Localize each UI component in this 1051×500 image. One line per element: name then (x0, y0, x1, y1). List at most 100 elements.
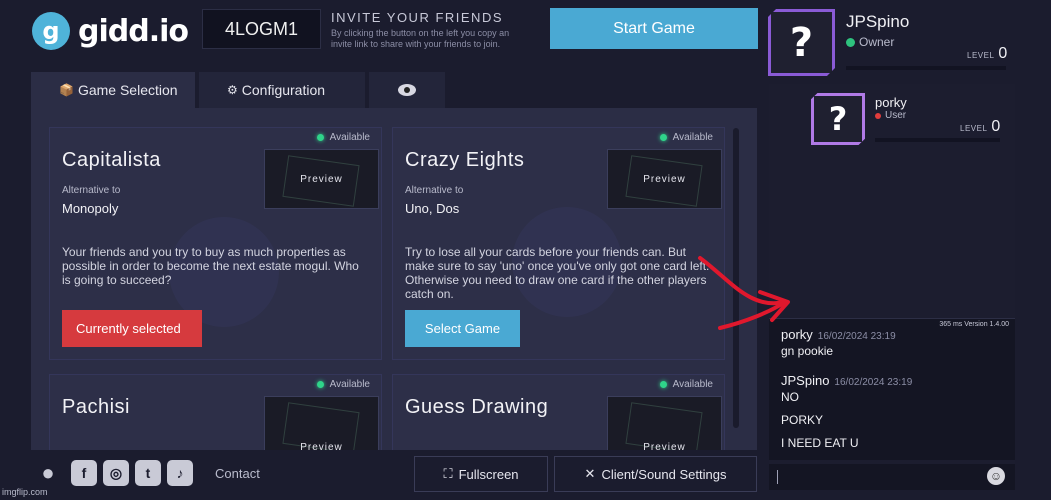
avatar-placeholder-icon: ? (768, 9, 835, 76)
tab-label: Game Selection (77, 82, 178, 98)
imgflip-watermark: imgflip.com (2, 487, 48, 497)
alternative-value: Uno, Dos (405, 201, 460, 216)
tiktok-icon[interactable]: ♪ (167, 460, 193, 486)
message-text: gn pookie (781, 344, 834, 358)
status-badge: Available (659, 132, 713, 143)
game-description: Your friends and you try to buy as much … (62, 245, 359, 287)
game-selection-panel: Available Capitalista Alternative to Mon… (31, 108, 757, 450)
level-value: 0 (991, 118, 1001, 135)
currently-selected-button[interactable]: Currently selected (62, 310, 202, 347)
select-game-button[interactable]: Select Game (405, 310, 520, 347)
red-annotation-arrow-icon (698, 256, 790, 330)
text-caret (777, 470, 778, 484)
tab-label: Configuration (241, 82, 326, 98)
message-author: JPSpino (781, 373, 830, 388)
message-text: I NEED EAT U (781, 436, 859, 450)
status-text: Available (672, 379, 713, 390)
client-sound-settings-button[interactable]: ✕ Client/Sound Settings (554, 456, 757, 492)
level-label: LEVEL (967, 51, 995, 60)
xp-bar (875, 138, 1000, 142)
message-time: 16/02/2024 23:19 (834, 377, 913, 388)
chat-message: JPSpino 16/02/2024 23:19 NO PORKY I NEED … (781, 373, 912, 450)
settings-label: Client/Sound Settings (601, 466, 727, 482)
alternative-label: Alternative to (62, 185, 121, 196)
game-card-pachisi[interactable]: Available Pachisi Preview (49, 374, 382, 450)
invite-title: INVITE YOUR FRIENDS (331, 10, 504, 25)
footer-social: ● f ◎ t ♪ Contact (31, 455, 260, 491)
gear-icon: ⚙ (227, 83, 238, 97)
player-role-text: User (885, 110, 907, 121)
latency-version: 365 ms Version 1.4.00 (939, 321, 1009, 328)
tab-game-selection[interactable]: 📦 Game Selection (31, 72, 195, 108)
message-text: PORKY (781, 413, 824, 427)
invite-subtitle: By clicking the button on the left you c… (331, 28, 510, 49)
status-text: Available (672, 132, 713, 143)
status-text: Available (329, 379, 370, 390)
fullscreen-label: Fullscreen (458, 466, 519, 482)
preview-label: Preview (643, 442, 686, 450)
preview-thumbnail[interactable]: Preview (264, 396, 379, 450)
facebook-icon[interactable]: f (71, 460, 97, 486)
logo-text: gidd.io (78, 13, 189, 49)
available-dot-icon (659, 381, 667, 388)
alternative-value: Monopoly (62, 201, 119, 216)
xp-bar (846, 66, 1006, 70)
preview-thumbnail[interactable]: Preview (607, 149, 722, 209)
game-title: Capitalista (62, 149, 161, 171)
preview-label: Preview (643, 173, 686, 185)
contact-link[interactable]: Contact (215, 466, 260, 481)
start-game-button[interactable]: Start Game (550, 8, 758, 49)
message-time: 16/02/2024 23:19 (817, 331, 896, 342)
game-card-crazy-eights[interactable]: Available Crazy Eights Alternative to Un… (392, 127, 725, 360)
status-badge: Available (659, 379, 713, 390)
game-description: Try to lose all your cards before your f… (405, 245, 710, 301)
tab-configuration[interactable]: ⚙ Configuration (199, 72, 365, 108)
preview-label: Preview (300, 442, 343, 450)
player-level: LEVEL 0 (960, 118, 1001, 136)
chat-log: 365 ms Version 1.4.00 porky 16/02/2024 23… (769, 318, 1015, 460)
avatar-placeholder-icon: ? (811, 93, 865, 145)
tab-bar: 📦 Game Selection ⚙ Configuration (31, 72, 449, 108)
status-badge: Available (316, 379, 370, 390)
game-title: Crazy Eights (405, 149, 525, 171)
alternative-label: Alternative to (405, 185, 464, 196)
player-name: porky (875, 95, 907, 110)
tools-icon: ✕ (584, 466, 596, 481)
role-status-icon (875, 112, 881, 119)
available-dot-icon (659, 134, 667, 141)
message-text: NO (781, 390, 799, 404)
tab-spectate[interactable] (369, 72, 445, 108)
twitter-icon[interactable]: t (135, 460, 161, 486)
player-level: LEVEL 0 (967, 45, 1008, 63)
status-badge: Available (316, 132, 370, 143)
player-role-text: Owner (859, 35, 895, 49)
discord-icon[interactable]: ● (31, 460, 65, 486)
player-name: JPSpino (846, 12, 910, 31)
level-label: LEVEL (960, 124, 988, 133)
eye-icon (398, 84, 416, 96)
game-card-guess-drawing[interactable]: Available Guess Drawing Preview (392, 374, 725, 450)
invite-info: INVITE YOUR FRIENDS By clicking the butt… (331, 10, 531, 50)
instagram-icon[interactable]: ◎ (103, 460, 129, 486)
box-icon: 📦 (59, 83, 74, 97)
status-text: Available (329, 132, 370, 143)
preview-thumbnail[interactable]: Preview (607, 396, 722, 450)
fullscreen-icon: ⛶ (443, 466, 453, 481)
logo-badge-icon: g (32, 12, 70, 50)
level-value: 0 (998, 45, 1008, 62)
role-status-icon (846, 37, 855, 47)
chat-input[interactable] (769, 464, 1015, 490)
fullscreen-button[interactable]: ⛶ Fullscreen (414, 456, 548, 492)
available-dot-icon (316, 134, 324, 141)
game-title: Pachisi (62, 396, 130, 418)
preview-label: Preview (300, 173, 343, 185)
available-dot-icon (316, 381, 324, 388)
player-role: User (875, 110, 906, 121)
logo[interactable]: g gidd.io (32, 12, 189, 50)
preview-thumbnail[interactable]: Preview (264, 149, 379, 209)
emoji-picker-icon[interactable]: ☺ (987, 467, 1005, 485)
room-code[interactable]: 4LOGM1 (202, 9, 321, 49)
player-role: Owner (846, 35, 894, 49)
game-title: Guess Drawing (405, 396, 549, 418)
game-card-capitalista[interactable]: Available Capitalista Alternative to Mon… (49, 127, 382, 360)
